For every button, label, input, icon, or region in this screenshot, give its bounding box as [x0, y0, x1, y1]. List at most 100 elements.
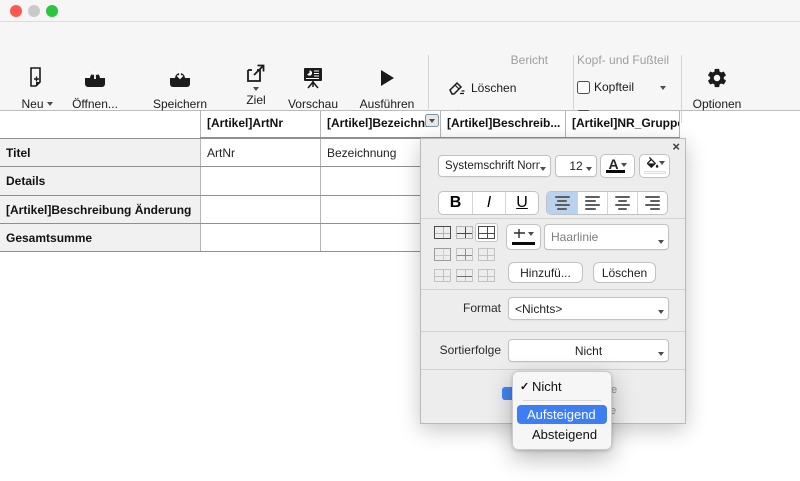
chevron-down-icon: [658, 310, 664, 314]
open-button-label: Öffnen...: [72, 97, 118, 111]
delete-report-label: Löschen: [471, 81, 516, 95]
title-bar: [0, 0, 800, 22]
row-label[interactable]: [Artikel]Beschreibung Änderung: [0, 196, 200, 223]
chevron-down-icon: [659, 161, 665, 165]
bold-button[interactable]: B: [439, 192, 472, 214]
current-border-color-swatch: [512, 242, 535, 245]
new-button-label: Neu: [21, 97, 43, 111]
align-default-button[interactable]: [547, 192, 577, 214]
align-center-button[interactable]: [607, 192, 637, 214]
delete-report-button[interactable]: Löschen: [448, 80, 516, 95]
border-all-button[interactable]: [478, 226, 495, 239]
open-tray-icon: [63, 64, 127, 92]
target-button-label: Ziel: [246, 93, 265, 107]
line-style-value: Haarlinie: [551, 225, 658, 249]
fill-color-button[interactable]: [639, 154, 670, 178]
column-header[interactable]: [Artikel]ArtNr: [200, 111, 320, 137]
panel-divider: [421, 331, 685, 332]
border-horizontal-button[interactable]: [456, 269, 473, 282]
border-preset-button[interactable]: [478, 248, 495, 261]
format-select[interactable]: <Nichts>: [508, 297, 669, 320]
font-size-select[interactable]: 12: [555, 155, 597, 177]
border-color-button[interactable]: [506, 224, 541, 250]
header-dropdown-icon[interactable]: [660, 86, 666, 90]
run-button-label: Ausführen: [360, 97, 415, 111]
minimize-window-button[interactable]: [28, 5, 40, 17]
add-button[interactable]: Hinzufü...: [508, 262, 583, 283]
close-icon[interactable]: ×: [672, 139, 680, 154]
underline-button[interactable]: U: [505, 192, 538, 214]
run-button[interactable]: Ausführen: [352, 64, 422, 111]
new-button[interactable]: Neu: [14, 64, 60, 111]
run-play-icon: [352, 64, 422, 92]
menu-item-aufsteigend[interactable]: Aufsteigend: [517, 405, 607, 424]
table-cell[interactable]: ArtNr: [200, 139, 320, 166]
table-cell[interactable]: [200, 224, 320, 251]
font-style-segmented: B I U: [438, 191, 539, 215]
menu-item-nicht[interactable]: ✓ Nicht: [513, 376, 611, 397]
current-fill-color-swatch: [644, 171, 666, 174]
close-window-button[interactable]: [10, 5, 22, 17]
border-preset-button[interactable]: [434, 248, 451, 261]
row-label[interactable]: Details: [0, 167, 200, 195]
align-left-button[interactable]: [577, 192, 607, 214]
toolbar-divider: [681, 55, 682, 123]
zoom-window-button[interactable]: [46, 5, 58, 17]
chevron-down-icon: [429, 119, 435, 123]
chevron-down-icon: [621, 163, 627, 167]
checkmark-icon: ✓: [520, 380, 532, 393]
options-button[interactable]: Optionen: [690, 64, 744, 111]
menu-item-label: Absteigend: [532, 427, 597, 442]
border-outer-button[interactable]: [434, 226, 451, 239]
table-cell[interactable]: [200, 167, 320, 195]
text-color-button[interactable]: A: [600, 154, 635, 178]
open-button[interactable]: Öffnen...: [63, 64, 127, 111]
menu-item-label: Aufsteigend: [527, 407, 596, 422]
border-inner-button[interactable]: [456, 226, 473, 239]
chevron-down-icon: [658, 240, 664, 244]
menu-item-label: Nicht: [532, 379, 562, 394]
target-button[interactable]: Ziel: [236, 62, 276, 107]
sort-order-select[interactable]: Nicht: [508, 339, 669, 362]
table-cell[interactable]: [200, 196, 320, 223]
menu-separator: [523, 400, 601, 401]
group-label-header-footer: Kopf- und Fußteil: [577, 53, 669, 67]
column-header[interactable]: [Artikel]Beschreib...: [440, 111, 565, 137]
border-preset-button[interactable]: [478, 269, 495, 282]
header-checkbox[interactable]: Kopfteil: [577, 80, 634, 94]
chevron-down-icon: [253, 87, 259, 91]
format-value: <Nichts>: [515, 298, 658, 319]
sort-order-menu: ✓ Nicht Aufsteigend Absteigend: [512, 371, 612, 450]
chevron-down-icon: [528, 232, 534, 236]
save-button-label: Speichern: [153, 97, 207, 111]
format-label: Format: [421, 301, 501, 315]
align-right-button[interactable]: [637, 192, 667, 214]
save-tray-icon: [145, 64, 215, 92]
chevron-down-icon: [658, 352, 664, 356]
preview-button[interactable]: Vorschau: [283, 64, 343, 111]
row-label[interactable]: Titel: [0, 139, 200, 166]
group-label-bericht: Bericht: [438, 53, 548, 67]
font-family-select[interactable]: Systemschrift Norm: [438, 155, 551, 177]
presentation-board-icon: [283, 64, 343, 92]
menu-item-absteigend[interactable]: Absteigend: [513, 424, 611, 445]
delete-button[interactable]: Löschen: [593, 262, 656, 283]
column-header[interactable]: [Artikel]Bezeichn.: [320, 111, 440, 137]
font-family-value: Systemschrift Norm: [445, 156, 540, 176]
chevron-down-icon: [586, 167, 592, 171]
gear-icon: [690, 64, 744, 92]
row-label[interactable]: Gesamtsumme: [0, 224, 200, 251]
border-preset-button[interactable]: [434, 269, 451, 282]
line-style-select[interactable]: Haarlinie: [544, 224, 669, 250]
save-button[interactable]: Speichern: [145, 64, 215, 111]
border-cross-icon: [514, 229, 526, 240]
erase-icon: [448, 80, 465, 95]
column-header[interactable]: [Artikel]NR_Gruppe: [565, 111, 680, 137]
border-preset-button[interactable]: [456, 248, 473, 261]
export-target-icon: [236, 62, 276, 86]
column-options-dropdown-button[interactable]: [425, 114, 439, 127]
chevron-down-icon: [540, 167, 546, 171]
paint-bucket-icon: [645, 157, 659, 171]
italic-button[interactable]: I: [472, 192, 505, 214]
chevron-down-icon: [47, 102, 53, 106]
